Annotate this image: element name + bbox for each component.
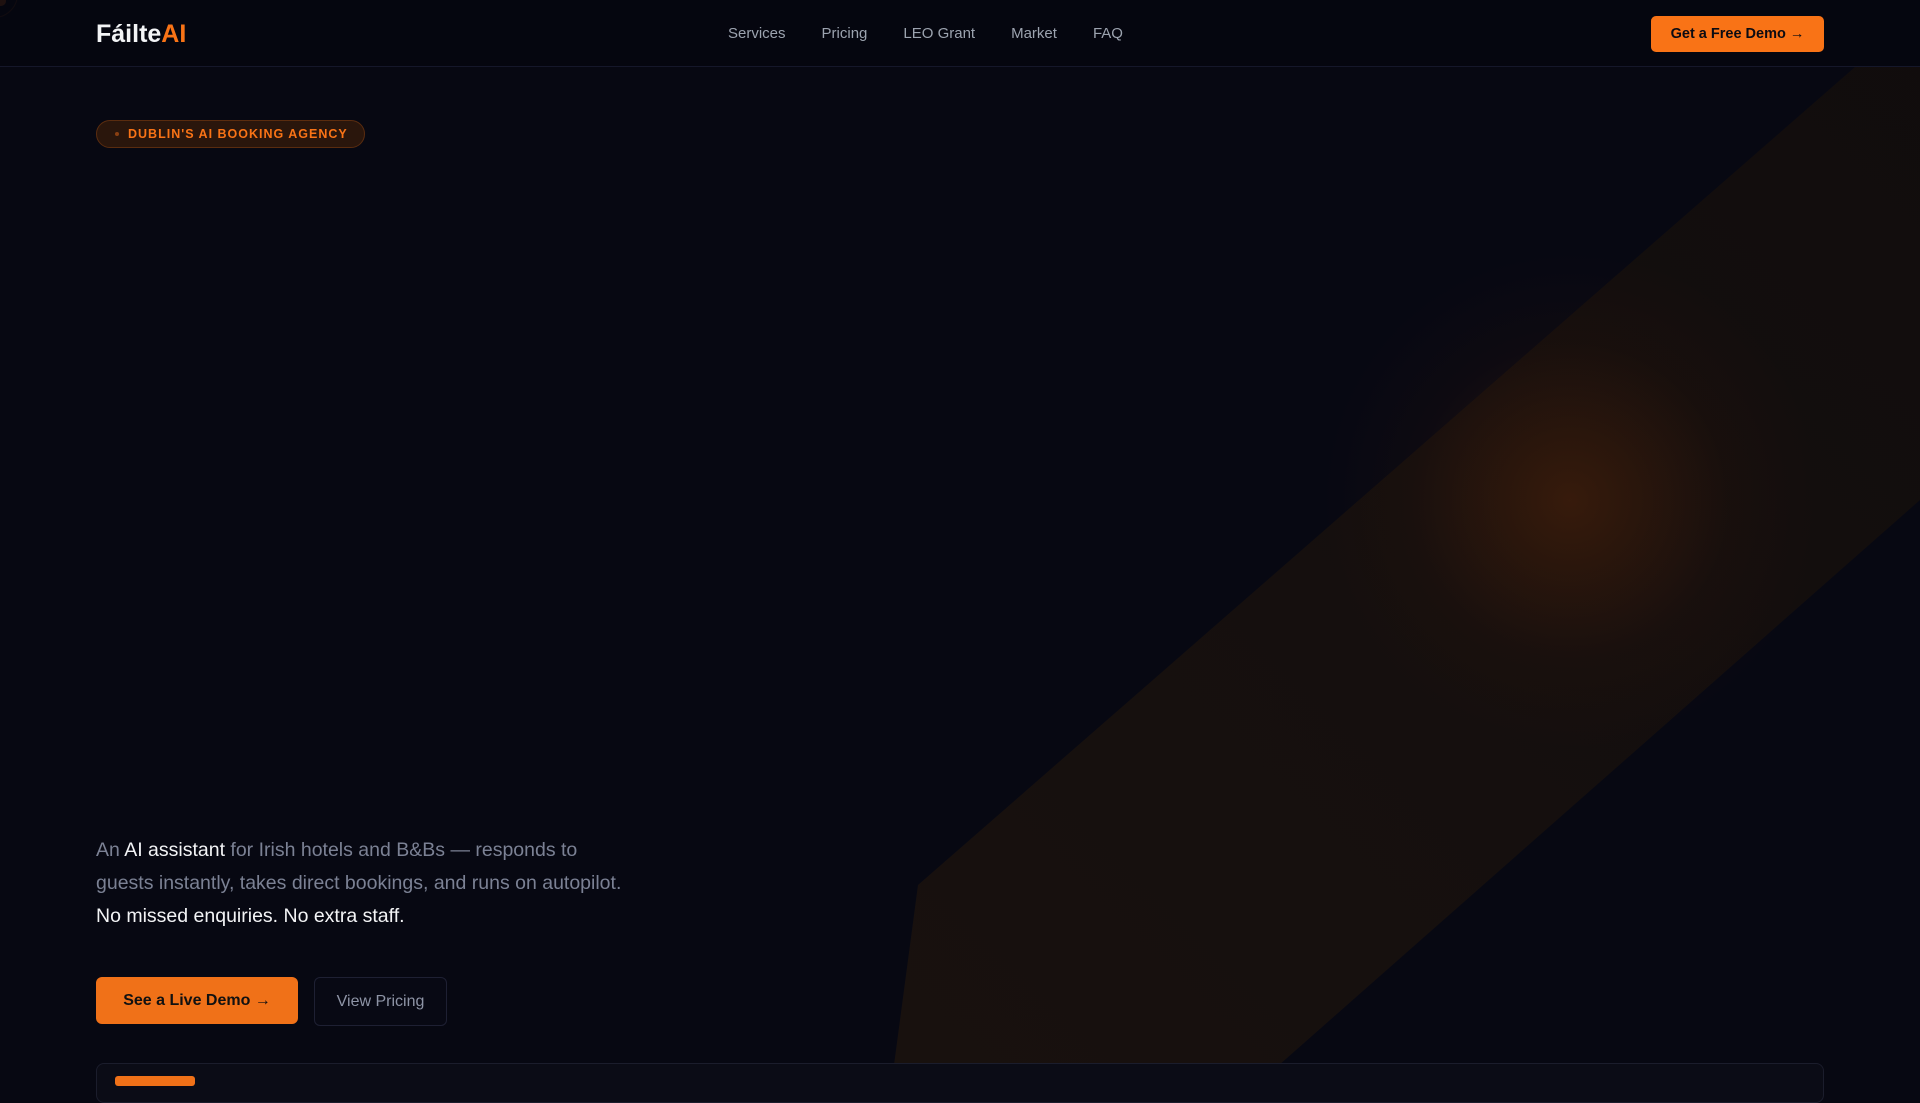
orange-glow — [1320, 250, 1820, 750]
hero-badge: DUBLIN'S AI BOOKING AGENCY — [96, 120, 365, 148]
logo[interactable]: FáilteAI — [96, 20, 186, 49]
desc-tagline: No missed enquiries. No extra staff. — [96, 905, 405, 927]
desc-text: An — [96, 839, 125, 861]
dot-icon — [115, 132, 119, 136]
main-nav: Services Pricing LEO Grant Market FAQ — [728, 25, 1123, 42]
hero-description: An AI assistant for Irish hotels and B&B… — [96, 834, 636, 933]
nav-market[interactable]: Market — [1011, 25, 1057, 42]
top-navbar: FáilteAI Services Pricing LEO Grant Mark… — [0, 0, 1920, 67]
nav-leo-grant[interactable]: LEO Grant — [903, 25, 975, 42]
preview-card — [96, 1063, 1824, 1103]
desc-highlight: AI assistant — [124, 839, 225, 861]
view-pricing-button[interactable]: View Pricing — [314, 977, 447, 1026]
nav-faq[interactable]: FAQ — [1093, 25, 1123, 42]
card-tab — [115, 1076, 195, 1086]
nav-pricing[interactable]: Pricing — [822, 25, 868, 42]
see-live-demo-button[interactable]: See a Live Demo → — [96, 977, 298, 1024]
get-free-demo-button[interactable]: Get a Free Demo → — [1651, 16, 1824, 52]
nav-services[interactable]: Services — [728, 25, 786, 42]
badge-label: DUBLIN'S AI BOOKING AGENCY — [128, 127, 348, 141]
